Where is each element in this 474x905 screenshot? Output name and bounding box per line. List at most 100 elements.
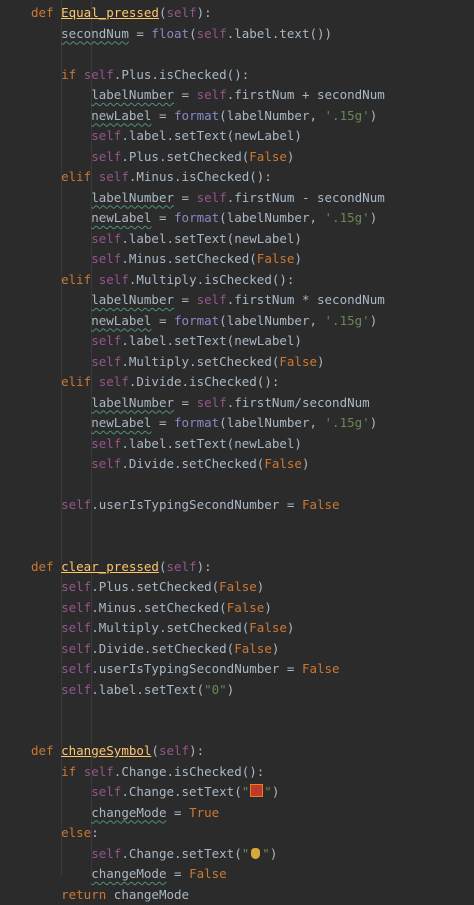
code-token: ) bbox=[226, 681, 235, 697]
code-token: False bbox=[226, 599, 265, 615]
code-token: self bbox=[166, 5, 197, 20]
code-token: .firstNum * secondNum bbox=[226, 292, 385, 307]
code-line[interactable]: self.Minus.setChecked(False) bbox=[31, 598, 272, 618]
code-token: ) bbox=[286, 620, 295, 635]
code-token: (labelNumber, bbox=[219, 415, 325, 430]
code-line[interactable]: self.label.setText("0") bbox=[31, 680, 234, 700]
code-token: changeMode bbox=[113, 886, 190, 902]
code-token: self bbox=[61, 620, 92, 635]
code-token: Equal_pressed bbox=[61, 5, 159, 20]
code-line[interactable]: self.Plus.setChecked(False) bbox=[31, 577, 264, 597]
code-line[interactable]: if self.Change.isChecked(): bbox=[31, 762, 264, 782]
code-token: if bbox=[61, 66, 84, 82]
code-token: self bbox=[158, 743, 190, 758]
code-line[interactable]: elif self.Divide.isChecked(): bbox=[31, 372, 279, 392]
code-token: self bbox=[196, 25, 227, 41]
code-token: self bbox=[166, 558, 197, 574]
code-line[interactable]: changeMode = False bbox=[31, 864, 226, 884]
code-line[interactable]: self.Change.setText(" ") bbox=[31, 782, 279, 802]
code-line[interactable]: else: bbox=[31, 823, 99, 843]
code-line[interactable]: labelNumber = self.firstNum * secondNum bbox=[31, 290, 385, 310]
code-token: def bbox=[31, 558, 54, 574]
code-editor[interactable]: def Equal_pressed(self): secondNum = flo… bbox=[0, 0, 474, 902]
code-token: return bbox=[61, 886, 114, 902]
code-token: labelNumber bbox=[91, 189, 175, 205]
code-line[interactable]: return changeMode bbox=[31, 885, 189, 905]
code-token: self bbox=[61, 497, 92, 512]
code-token: self bbox=[91, 230, 122, 246]
code-line[interactable]: self.Divide.setChecked(False) bbox=[31, 639, 279, 659]
code-token: self bbox=[83, 66, 114, 82]
code-token: elif bbox=[61, 271, 99, 287]
code-line[interactable]: self.userIsTypingSecondNumber = False bbox=[31, 495, 339, 515]
code-token: ( bbox=[151, 743, 159, 758]
code-line[interactable]: labelNumber = self.firstNum/secondNum bbox=[31, 393, 369, 413]
code-line[interactable]: self.Multiply.setChecked(False) bbox=[31, 352, 324, 372]
code-token: ) bbox=[369, 210, 378, 225]
code-token: .label.setText(newLabel) bbox=[121, 333, 302, 348]
code-token: = bbox=[174, 189, 197, 205]
code-line[interactable]: secondNum = float(self.label.text()) bbox=[31, 24, 332, 44]
code-token: '.15g' bbox=[324, 312, 370, 328]
code-line[interactable]: newLabel = format(labelNumber, '.15g') bbox=[31, 208, 377, 228]
code-line[interactable]: elif self.Minus.isChecked(): bbox=[31, 167, 272, 187]
code-token: .firstNum - secondNum bbox=[226, 189, 385, 205]
code-line[interactable]: if self.Plus.isChecked(): bbox=[31, 65, 249, 85]
code-token: if bbox=[61, 763, 84, 779]
code-token: ): bbox=[189, 743, 205, 758]
code-token: = bbox=[128, 25, 152, 41]
code-line[interactable]: self.Minus.setChecked(False) bbox=[31, 249, 302, 269]
code-token: (labelNumber, bbox=[219, 210, 325, 225]
code-line[interactable]: self.Multiply.setChecked(False) bbox=[31, 618, 294, 638]
code-line[interactable]: labelNumber = self.firstNum - secondNum bbox=[31, 188, 385, 208]
code-token: secondNum bbox=[61, 25, 129, 41]
code-line[interactable]: self.Divide.setChecked(False) bbox=[31, 454, 310, 474]
code-line[interactable]: newLabel = format(labelNumber, '.15g') bbox=[31, 311, 377, 331]
code-token: clear_pressed bbox=[61, 558, 159, 574]
code-token: = bbox=[151, 312, 175, 328]
code-token: ) bbox=[301, 456, 310, 471]
code-token: .Change.setText( bbox=[121, 845, 242, 861]
money-bag-emoji-icon bbox=[251, 847, 261, 859]
code-line[interactable]: def Equal_pressed(self): bbox=[31, 3, 212, 23]
code-line[interactable]: self.userIsTypingSecondNumber = False bbox=[31, 659, 339, 679]
code-token: '.15g' bbox=[324, 210, 370, 225]
code-line[interactable]: labelNumber = self.firstNum + secondNum bbox=[31, 85, 385, 105]
code-token: '.15g' bbox=[324, 107, 370, 123]
code-token: format bbox=[174, 107, 220, 123]
code-token: ): bbox=[196, 558, 212, 574]
code-line[interactable]: self.label.setText(newLabel) bbox=[31, 126, 302, 146]
code-line[interactable]: elif self.Multiply.isChecked(): bbox=[31, 270, 294, 290]
code-line[interactable]: self.label.setText(newLabel) bbox=[31, 229, 302, 249]
code-line[interactable]: self.Change.setText(" ") bbox=[31, 844, 277, 864]
code-line[interactable]: def changeSymbol(self): bbox=[31, 741, 204, 761]
code-line[interactable]: def clear_pressed(self): bbox=[31, 557, 212, 577]
code-line[interactable]: self.Plus.setChecked(False) bbox=[31, 147, 294, 167]
code-line[interactable]: self.label.setText(newLabel) bbox=[31, 331, 302, 351]
code-line[interactable]: changeMode = True bbox=[31, 803, 219, 823]
code-token: elif bbox=[61, 169, 99, 184]
code-token: self bbox=[61, 661, 92, 676]
red-square-emoji-icon bbox=[250, 784, 264, 797]
code-line[interactable]: newLabel = format(labelNumber, '.15g') bbox=[31, 413, 377, 433]
code-token: def bbox=[31, 743, 54, 758]
code-line[interactable]: newLabel = format(labelNumber, '.15g') bbox=[31, 106, 377, 126]
code-line[interactable]: self.label.setText(newLabel) bbox=[31, 434, 302, 454]
code-token: newLabel bbox=[91, 415, 152, 430]
code-token: self bbox=[196, 292, 227, 307]
code-token: ) bbox=[256, 579, 265, 594]
